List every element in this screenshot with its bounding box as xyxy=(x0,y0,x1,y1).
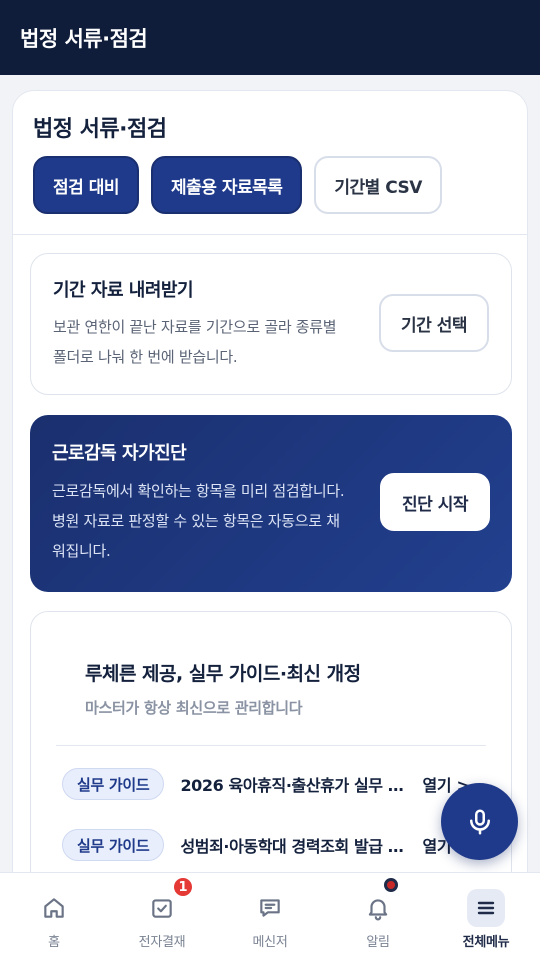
category-badge: 실무 가이드 xyxy=(62,829,165,861)
guide-card-subtitle: 마스터가 항상 최신으로 관리합니다 xyxy=(85,699,303,717)
nav-all-menu-label: 전체메뉴 xyxy=(462,935,510,950)
list-item[interactable]: 실무 가이드 2026 육아휴직·출산휴가 실무 안내 열기 > xyxy=(62,767,502,801)
category-badge: 실무 가이드 xyxy=(62,768,165,800)
nav-notifications[interactable]: 알림 xyxy=(324,873,432,960)
menu-icon xyxy=(477,901,495,915)
approval-icon xyxy=(152,899,172,918)
voice-input-button[interactable] xyxy=(441,783,518,860)
period-card-description: 보관 연한이 끝난 자료를 기간으로 골라 종류별 폴더로 나눠 한 번에 받습… xyxy=(53,318,337,366)
documents-panel: 법정 서류·점검 점검 대비 제출용 자료목록 기간별 CSV 기간 자료 내려… xyxy=(12,90,528,931)
nav-home[interactable]: 홈 xyxy=(0,873,108,960)
nav-approval[interactable]: 1 전자결재 xyxy=(108,873,216,960)
microphone-icon xyxy=(469,809,490,834)
guide-item-title: 2026 육아휴직·출산휴가 실무 안내 xyxy=(180,776,407,795)
tab-submission-list[interactable]: 제출용 자료목록 xyxy=(150,156,303,214)
labor-audit-card: 근로감독 자가진단 근로감독에서 확인하는 항목을 미리 점검합니다. 병원 자… xyxy=(30,415,512,592)
period-card-title: 기간 자료 내려받기 xyxy=(53,280,194,301)
audit-card-title: 근로감독 자가진단 xyxy=(52,443,187,464)
nav-home-label: 홈 xyxy=(48,935,60,950)
nav-messenger[interactable]: 메신저 xyxy=(216,873,324,960)
notification-count-badge: 1 xyxy=(172,876,194,898)
tab-bar: 점검 대비 제출용 자료목록 기간별 CSV xyxy=(33,156,442,214)
nav-messenger-label: 메신저 xyxy=(252,935,288,950)
panel-title: 법정 서류·점검 xyxy=(33,117,167,142)
bottom-navigation: 홈 1 전자결재 메신저 알림 전체메뉴 xyxy=(0,872,540,960)
unread-dot xyxy=(384,878,398,892)
audit-card-description: 근로감독에서 확인하는 항목을 미리 점검합니다. 병원 자료로 판정할 수 있… xyxy=(52,482,345,560)
select-period-button[interactable]: 기간 선택 xyxy=(379,294,489,352)
start-diagnosis-button[interactable]: 진단 시작 xyxy=(380,473,490,531)
tab-period-csv[interactable]: 기간별 CSV xyxy=(314,156,442,214)
list-item[interactable]: 실무 가이드 성범죄·아동학대 경력조회 발급 방법 열기 > xyxy=(62,828,502,862)
app-header: 법정 서류·점검 xyxy=(0,0,540,75)
nav-notifications-label: 알림 xyxy=(366,935,390,950)
tab-audit-prep[interactable]: 점검 대비 xyxy=(33,156,139,214)
nav-all-menu[interactable]: 전체메뉴 xyxy=(432,873,540,960)
divider xyxy=(13,234,527,235)
period-download-card: 기간 자료 내려받기 보관 연한이 끝난 자료를 기간으로 골라 종류별 폴더로… xyxy=(30,253,512,395)
divider xyxy=(56,745,486,746)
app-title: 법정 서류·점검 xyxy=(20,26,148,51)
home-icon xyxy=(44,898,64,918)
messenger-icon xyxy=(260,899,280,917)
guide-item-title: 성범죄·아동학대 경력조회 발급 방법 xyxy=(180,837,407,856)
nav-approval-label: 전자결재 xyxy=(138,935,186,950)
bell-icon xyxy=(368,899,388,921)
guide-card-title: 루체른 제공, 실무 가이드·최신 개정 xyxy=(85,663,361,685)
